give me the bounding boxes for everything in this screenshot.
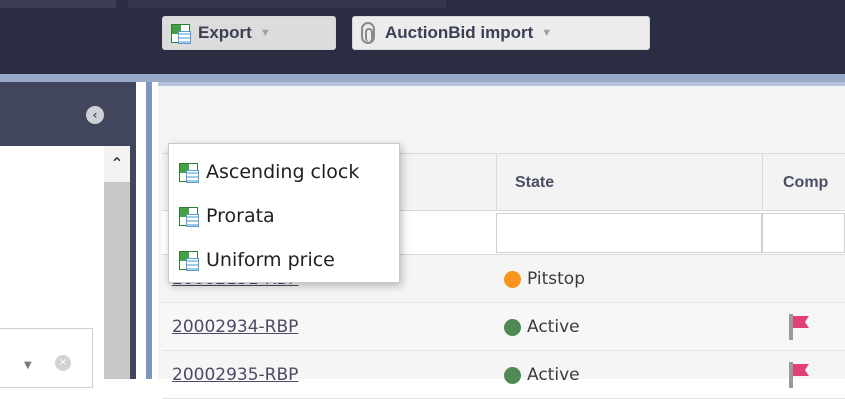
chevron-down-icon[interactable]: ▼ <box>24 360 32 371</box>
column-header-state[interactable]: State <box>496 154 762 212</box>
chevron-down-icon: ▼ <box>541 27 553 39</box>
comp-filter-input[interactable] <box>762 213 845 253</box>
row-id-link[interactable]: 20002935-RBP <box>172 351 298 399</box>
state-label: Active <box>527 317 580 337</box>
excel-icon <box>179 206 199 227</box>
top-tab-middle[interactable] <box>128 0 446 8</box>
left-panel-header: ‹ <box>0 82 136 146</box>
scroll-up-icon[interactable]: ⌃ <box>104 146 130 182</box>
header-divider <box>0 74 845 82</box>
excel-icon <box>171 23 191 44</box>
excel-icon <box>179 250 199 271</box>
menu-item-label: Prorata <box>206 205 275 227</box>
state-label: Pitstop <box>527 269 585 289</box>
table-row: 20002934-RBP Active <box>162 303 845 351</box>
paperclip-icon <box>361 22 375 44</box>
flag-icon[interactable] <box>789 362 793 388</box>
clear-icon[interactable]: × <box>55 355 71 371</box>
menu-item-label: Ascending clock <box>206 161 360 183</box>
status-dot-icon <box>504 366 521 384</box>
row-id-link[interactable]: 20002934-RBP <box>172 303 298 351</box>
state-cell: Pitstop <box>504 255 585 303</box>
menu-item-uniform-price[interactable]: Uniform price <box>169 238 399 282</box>
flag-icon[interactable] <box>789 314 793 340</box>
export-button[interactable]: Export ▼ <box>162 16 336 50</box>
auction-bid-import-button[interactable]: AuctionBid import ▼ <box>352 16 650 50</box>
excel-icon <box>179 162 199 183</box>
state-cell: Active <box>504 303 580 351</box>
left-panel-edge <box>130 82 136 379</box>
auction-bid-import-label: AuctionBid import <box>385 23 534 42</box>
column-header-comp[interactable]: Comp <box>762 154 845 212</box>
collapse-panel-icon[interactable]: ‹ <box>86 106 104 124</box>
chevron-down-icon: ▼ <box>259 27 271 39</box>
comp-cell <box>789 303 793 351</box>
status-dot-icon <box>504 318 521 336</box>
state-label: Active <box>527 365 580 385</box>
menu-item-prorata[interactable]: Prorata <box>169 194 399 238</box>
left-panel-scrollbar[interactable]: ⌃ <box>104 146 130 379</box>
comp-cell <box>789 351 793 399</box>
export-dropdown-menu: Ascending clock Prorata Uniform price <box>168 143 400 283</box>
menu-item-ascending-clock[interactable]: Ascending clock <box>169 150 399 194</box>
table-row: 20002935-RBP Active <box>162 351 845 399</box>
status-dot-icon <box>504 270 521 288</box>
top-tab-left[interactable] <box>0 0 116 8</box>
state-filter-input[interactable] <box>496 213 762 253</box>
left-side-panel: ‹ ⌃ ▼ × <box>0 82 136 388</box>
export-label: Export <box>198 23 252 42</box>
menu-item-label: Uniform price <box>206 249 335 271</box>
left-filter-select[interactable] <box>0 328 93 388</box>
state-cell: Active <box>504 351 580 399</box>
